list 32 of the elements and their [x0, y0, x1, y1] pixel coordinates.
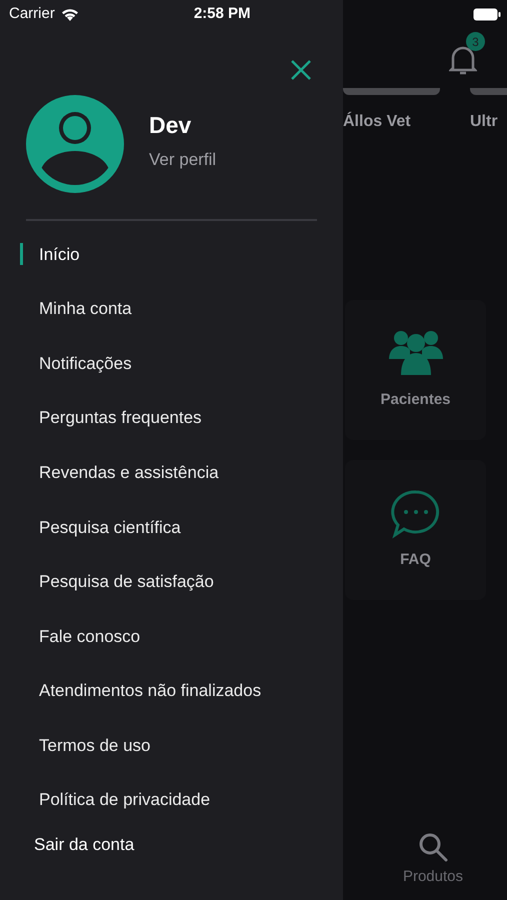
carousel-label[interactable]: Ultr [470, 110, 498, 134]
menu-item[interactable]: Início [39, 242, 80, 268]
avatar-icon[interactable] [26, 95, 124, 193]
menu-item[interactable]: Fale conosco [39, 624, 140, 650]
battery-icon [473, 8, 501, 20]
notification-badge: 3 [466, 32, 485, 51]
menu-tile[interactable]: FAQ [345, 460, 486, 600]
tile-label: Pacientes [380, 390, 451, 410]
menu-tile[interactable]: Pacientes [345, 300, 486, 440]
menu-item[interactable]: Termos de uso [39, 732, 150, 758]
search-icon [418, 832, 448, 862]
menu-item[interactable]: Perguntas frequentes [39, 405, 202, 431]
menu-item[interactable]: Atendimentos não finalizados [39, 678, 262, 704]
close-icon [290, 59, 312, 81]
menu-item[interactable]: Pesquisa de satisfação [39, 569, 214, 595]
chat-bubble-icon [390, 488, 442, 539]
tile-label: FAQ [400, 550, 431, 570]
menu-item[interactable]: Revendas e assistência [39, 460, 219, 486]
carousel-label[interactable]: Állos Vet [343, 110, 411, 134]
menu-item[interactable]: Notificações [39, 350, 132, 376]
view-profile-link[interactable]: Ver perfil [149, 146, 216, 172]
menu-item[interactable]: Minha conta [39, 296, 132, 322]
menu-item[interactable]: Pesquisa científica [39, 514, 181, 540]
logout-link[interactable]: Sair da conta [34, 832, 343, 858]
clock-time: 2:58 PM [194, 4, 251, 24]
close-button[interactable] [290, 58, 314, 82]
carrier-label: Carrier [9, 4, 55, 24]
selection-indicator [20, 243, 23, 266]
user-name: Dev [149, 111, 192, 140]
tab-bar-item[interactable]: Produtos [373, 814, 493, 900]
menu-item[interactable]: Política de privacidade [39, 787, 210, 813]
wifi-icon [60, 8, 79, 20]
